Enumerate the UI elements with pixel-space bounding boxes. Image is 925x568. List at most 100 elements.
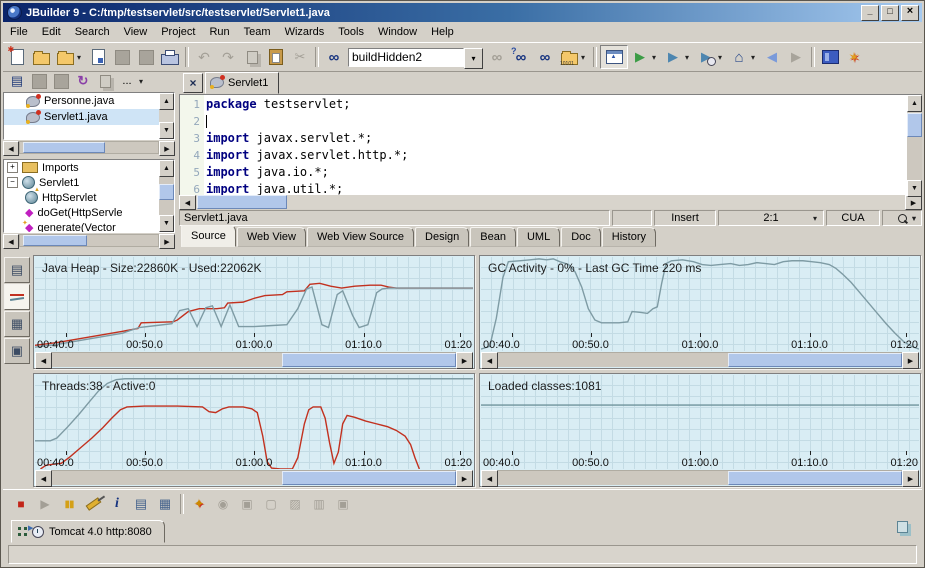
scroll-track[interactable] [52,352,456,367]
search-replace-button[interactable] [485,46,509,68]
scroll-left-button[interactable] [35,352,52,369]
pause-button[interactable] [57,493,81,515]
editor-hscroll[interactable] [179,195,922,209]
make-project-button[interactable]: 10101 [557,46,581,68]
scroll-track[interactable] [159,177,174,215]
menu-team[interactable]: Team [237,24,278,40]
file-item-servlet1[interactable]: Servlet1.java [4,109,174,125]
close-tab-button[interactable] [183,73,203,93]
scroll-track[interactable] [19,234,159,247]
build-target-caret[interactable] [464,48,483,69]
run-button[interactable] [628,46,652,68]
debug-button[interactable] [661,46,685,68]
file-list-hscroll[interactable] [3,141,175,154]
scroll-up-button[interactable] [159,93,174,110]
scroll-thumb[interactable] [23,142,105,153]
menu-help[interactable]: Help [424,24,461,40]
more-caret[interactable] [139,77,148,86]
cut-button[interactable] [288,46,312,68]
build-target-input[interactable] [348,48,464,67]
scroll-track[interactable] [498,470,902,485]
scroll-thumb[interactable] [907,113,922,137]
tree-hscroll[interactable] [3,234,175,247]
scroll-up-button[interactable] [907,95,922,112]
save-snapshot-button[interactable] [235,493,259,515]
tab-bean[interactable]: Bean [470,227,516,247]
build-target-combo[interactable] [348,48,483,67]
back-button[interactable] [760,46,784,68]
menu-project[interactable]: Project [154,24,202,40]
scroll-right-button[interactable] [902,470,919,487]
run-caret[interactable] [652,53,661,62]
tab-history[interactable]: History [602,227,656,247]
editor-vscroll[interactable] [907,95,922,197]
tree-item-generate[interactable]: ◆ generate(Vector [4,220,174,233]
tab-design[interactable]: Design [415,227,469,247]
paste-button[interactable] [264,46,288,68]
profile-button[interactable] [694,46,718,68]
messages-icon[interactable] [897,521,908,533]
menu-tools[interactable]: Tools [331,24,371,40]
scroll-left-button[interactable] [35,470,52,487]
status-keymap[interactable]: CUA [826,210,880,226]
tab-web-view[interactable]: Web View [237,227,306,247]
scroll-track[interactable] [498,352,902,367]
copy-button[interactable] [240,46,264,68]
scroll-down-button[interactable] [907,180,922,197]
home-button[interactable] [727,46,751,68]
forward-button[interactable] [784,46,808,68]
help-search-button[interactable]: ? [509,46,533,68]
console-window-button[interactable] [129,493,153,515]
redo-button[interactable] [216,46,240,68]
tab-doc[interactable]: Doc [561,227,601,247]
scroll-left-button[interactable] [481,470,498,487]
code-area[interactable]: 1package testservlet; 2 3import javax.se… [179,94,922,196]
scroll-thumb[interactable] [282,471,456,485]
scroll-thumb[interactable] [728,353,902,367]
open-file-button[interactable] [29,46,53,68]
file-item-personne[interactable]: Personne.java [4,93,174,109]
close-button[interactable] [901,5,919,21]
tree-item-httpservlet[interactable]: HttpServlet [4,190,174,205]
menu-run[interactable]: Run [202,24,236,40]
assist-button[interactable] [842,46,866,68]
more-button[interactable]: ... [117,72,137,90]
copy-path-button[interactable] [95,72,115,90]
scroll-thumb[interactable] [197,195,287,209]
open-snapshot-button[interactable] [259,493,283,515]
scroll-up-button[interactable] [159,160,174,177]
scroll-track[interactable] [52,470,456,485]
save-all-button[interactable] [110,46,134,68]
save-button[interactable] [86,46,110,68]
scroll-track[interactable] [907,112,922,180]
resume-button[interactable] [33,493,57,515]
settings-button[interactable] [331,493,355,515]
collapse-icon[interactable]: − [7,177,18,188]
gc-button[interactable] [81,493,105,515]
add-file-button[interactable] [29,72,49,90]
view-snapshot-button[interactable] [307,493,331,515]
status-zoom[interactable] [882,210,922,226]
maximize-button[interactable] [881,5,899,21]
title-bar[interactable]: JBuilder 9 - C:/tmp/testservlet/src/test… [3,3,922,22]
menu-window[interactable]: Window [371,24,424,40]
tab-servlet1[interactable]: Servlet1 [205,72,279,94]
export-data-button[interactable] [283,493,307,515]
tab-memory[interactable] [4,311,30,337]
chart-scrollbar[interactable] [481,470,919,485]
expand-icon[interactable]: + [7,162,18,173]
refresh-button[interactable] [73,72,93,90]
help-button[interactable] [818,46,842,68]
keyboard-button[interactable] [153,493,177,515]
scroll-right-button[interactable] [456,470,473,487]
scroll-down-button[interactable] [159,215,174,232]
scroll-track[interactable] [196,195,905,209]
info-button[interactable] [105,493,129,515]
scroll-right-button[interactable] [902,352,919,369]
scroll-right-button[interactable] [456,352,473,369]
tab-console[interactable] [4,257,30,283]
home-caret[interactable] [751,53,760,62]
scroll-left-button[interactable] [481,352,498,369]
undo-button[interactable] [192,46,216,68]
search-button[interactable] [322,46,346,68]
